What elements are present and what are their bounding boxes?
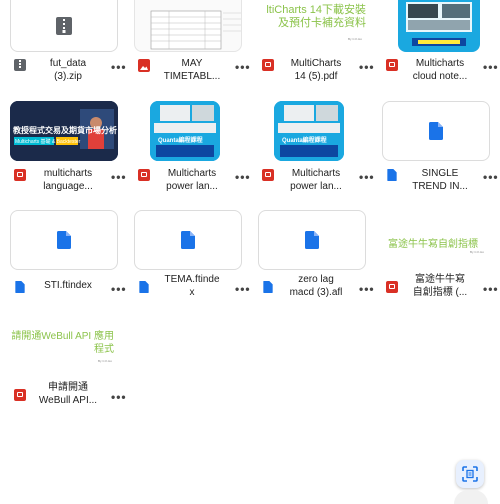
thumb-title: 教授程式交易及期貨市場分析 <box>13 126 117 135</box>
file-thumb-fut-data[interactable] <box>10 0 118 52</box>
thumb-title: 請開通WeBull API 應用 程式 <box>11 331 114 355</box>
file-name: Multicharts power lan... <box>166 168 218 192</box>
file-item-3[interactable]: Multicharts cloud note... ••• <box>386 57 499 101</box>
doc-file-icon <box>57 231 71 249</box>
file-item-5[interactable]: Multicharts power lan... ••• <box>138 167 251 211</box>
file-item-8[interactable]: STI.ftindex ••• <box>14 279 127 323</box>
course-banner-image <box>150 101 220 161</box>
file-name: MultiCharts 14 (5).pdf <box>290 58 342 82</box>
file-thumb-sti[interactable] <box>10 210 118 270</box>
thumb-title: Quanta編程課程 <box>158 138 203 144</box>
more-options-icon[interactable]: ••• <box>359 282 375 296</box>
file-thumb-zero-lag[interactable] <box>258 210 366 270</box>
file-thumb-multicharts-14[interactable]: ltiCharts 14下載安裝 及預付卡補充資料 By C.K.Ho <box>258 0 366 52</box>
file-thumb-multicharts-cloud[interactable] <box>398 0 480 52</box>
thumb-byline: By C.K.Ho <box>97 359 112 363</box>
thumb-subtitle: Multicharts 基礎 & Backtester <box>15 139 81 145</box>
pdf-type-icon <box>262 59 274 71</box>
pdf-type-icon <box>138 169 150 181</box>
more-options-icon[interactable]: ••• <box>111 390 127 404</box>
file-name: 富途牛牛寫 自創指標 (... <box>412 274 468 298</box>
file-item-12[interactable]: 申請開通 WeBull API... ••• <box>14 381 127 425</box>
file-name: MAY TIMETABL... <box>163 58 221 82</box>
zip-file-icon <box>56 17 72 35</box>
image-type-icon <box>138 59 150 72</box>
pdf-type-icon <box>262 169 274 181</box>
more-options-icon[interactable]: ••• <box>483 282 499 296</box>
doc-file-icon <box>429 122 443 140</box>
scan-icon <box>462 466 478 482</box>
pdf-type-icon <box>386 281 398 293</box>
doc-type-icon <box>14 281 26 293</box>
file-name: SINGLE TREND IN... <box>412 168 468 192</box>
thumb-title: 富途牛牛寫自創指標 <box>388 239 478 250</box>
new-item-button-edge[interactable] <box>454 490 488 504</box>
file-thumb-single-trend[interactable] <box>382 101 490 161</box>
file-name: multicharts language... <box>43 168 93 192</box>
file-thumb-multicharts-language[interactable]: 教授程式交易及期貨市場分析 Multicharts 基礎 & Backteste… <box>10 101 118 161</box>
course-banner-image <box>274 101 344 161</box>
more-options-icon[interactable]: ••• <box>111 282 127 296</box>
file-thumb-tema[interactable] <box>134 210 242 270</box>
file-item-2[interactable]: MultiCharts 14 (5).pdf ••• <box>262 57 375 101</box>
file-item-1[interactable]: MAY TIMETABL... ••• <box>138 57 251 101</box>
more-options-icon[interactable]: ••• <box>111 170 127 184</box>
file-thumb-power-lang-2[interactable]: Quanta編程課程 <box>274 101 344 161</box>
doc-file-icon <box>305 231 319 249</box>
file-name: zero lag macd (3).afl <box>289 274 343 298</box>
more-options-icon[interactable]: ••• <box>483 60 499 74</box>
timetable-preview-image <box>150 10 241 50</box>
doc-type-icon <box>262 281 274 293</box>
file-item-11[interactable]: 富途牛牛寫 自創指標 (... ••• <box>386 273 499 317</box>
file-item-0[interactable]: fut_data (3).zip ••• <box>14 57 127 101</box>
more-options-icon[interactable]: ••• <box>359 170 375 184</box>
thumb-byline: By C.K.Ho <box>469 250 484 254</box>
more-options-icon[interactable]: ••• <box>235 282 251 296</box>
doc-type-icon <box>386 169 398 181</box>
file-name: Multicharts cloud note... <box>412 58 468 82</box>
thumb-title: Quanta編程課程 <box>282 138 327 144</box>
file-name: STI.ftindex <box>44 280 92 291</box>
file-thumb-may-timetable[interactable] <box>134 0 242 52</box>
file-thumb-power-lang-1[interactable]: Quanta編程課程 <box>150 101 220 161</box>
file-name: TEMA.ftinde x <box>164 274 220 298</box>
doc-file-icon <box>181 231 195 249</box>
file-name: Multicharts power lan... <box>290 168 342 192</box>
more-options-icon[interactable]: ••• <box>235 60 251 74</box>
screenshot-preview-image <box>406 2 472 46</box>
more-options-icon[interactable]: ••• <box>359 60 375 74</box>
zip-type-icon <box>14 59 26 71</box>
more-options-icon[interactable]: ••• <box>483 170 499 184</box>
file-thumb-webull[interactable]: 請開通WeBull API 應用 程式 By C.K.Ho <box>0 320 118 380</box>
thumb-title: ltiCharts 14下載安裝 及預付卡補充資料 <box>266 4 366 29</box>
file-item-4[interactable]: multicharts language... ••• <box>14 167 127 211</box>
file-name: 申請開通 WeBull API... <box>38 382 98 406</box>
file-name: fut_data (3).zip <box>49 58 87 82</box>
pdf-type-icon <box>14 169 26 181</box>
pdf-type-icon <box>14 389 26 401</box>
thumb-byline: By C.K.Ho <box>347 37 362 41</box>
doc-type-icon <box>138 281 150 293</box>
file-item-9[interactable]: TEMA.ftinde x ••• <box>138 273 251 317</box>
scan-document-button[interactable] <box>456 460 484 488</box>
file-item-6[interactable]: Multicharts power lan... ••• <box>262 167 375 211</box>
file-item-7[interactable]: SINGLE TREND IN... ••• <box>386 167 499 211</box>
more-options-icon[interactable]: ••• <box>235 170 251 184</box>
pdf-type-icon <box>386 59 398 71</box>
more-options-icon[interactable]: ••• <box>111 60 127 74</box>
file-thumb-futu[interactable]: 富途牛牛寫自創指標 By C.K.Ho <box>382 210 490 270</box>
file-item-10[interactable]: zero lag macd (3).afl ••• <box>262 273 375 317</box>
